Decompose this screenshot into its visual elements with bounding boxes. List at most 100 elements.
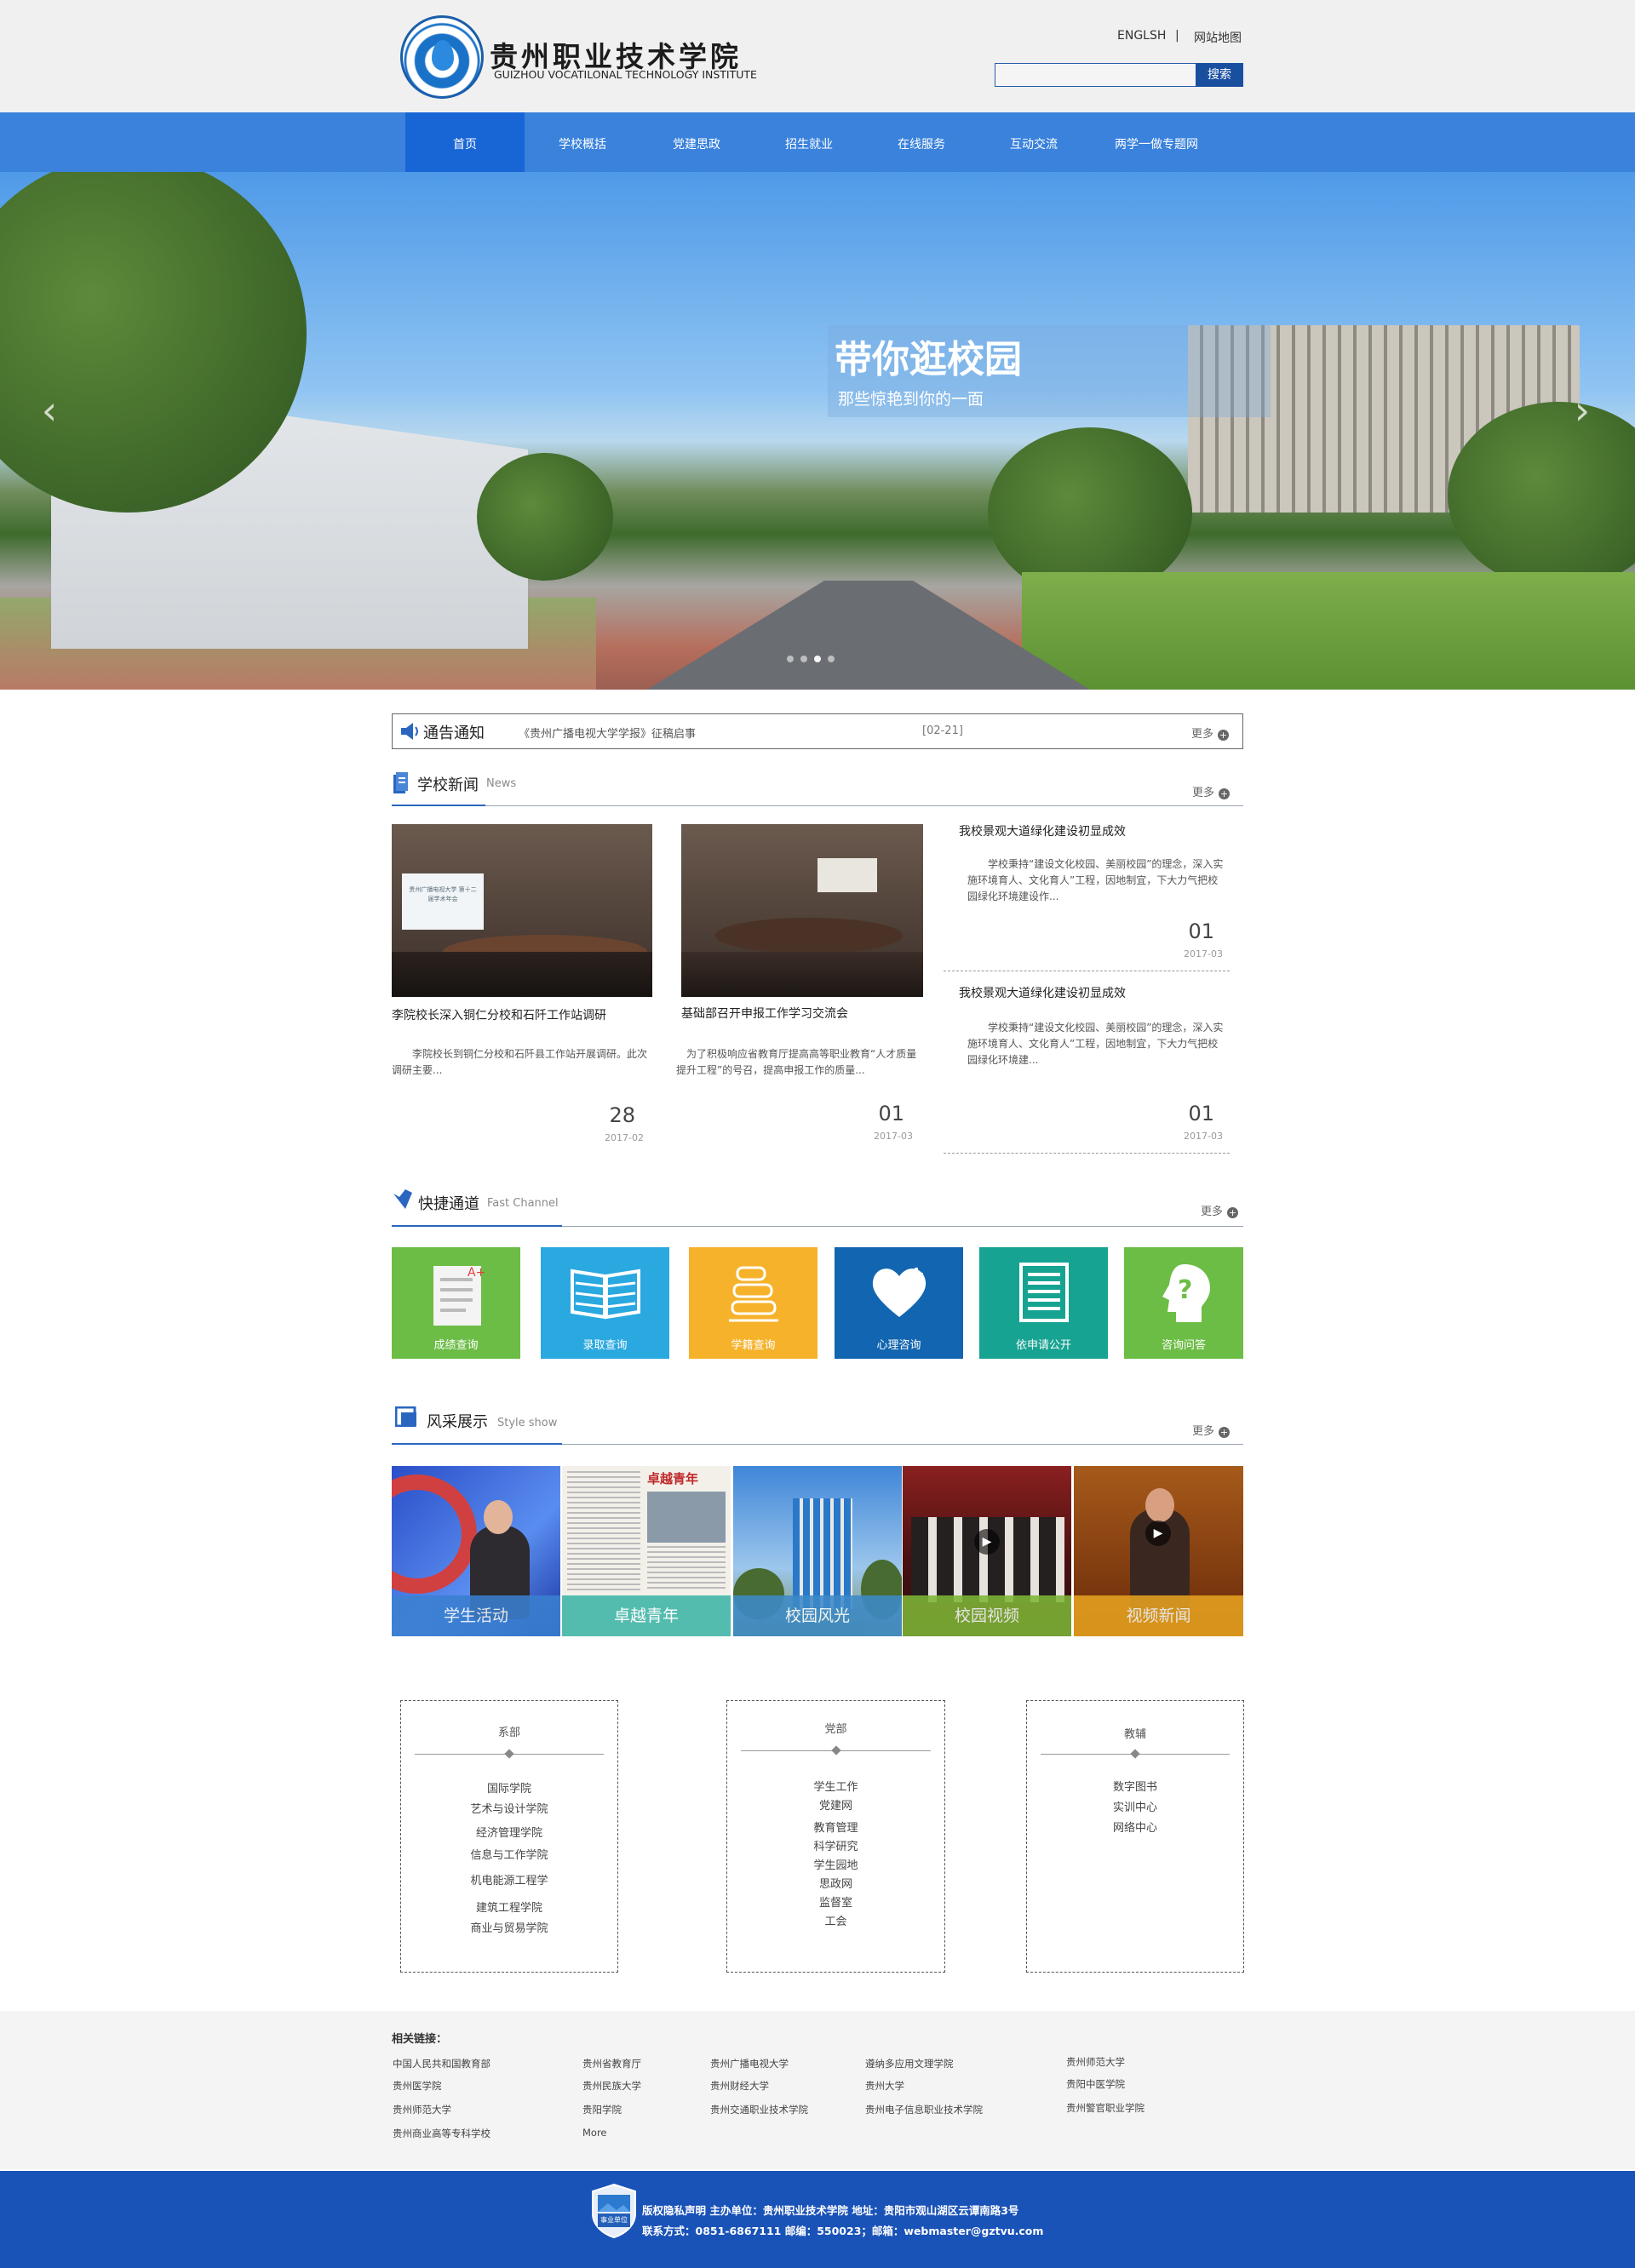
dept-link[interactable]: 教育管理 xyxy=(727,1818,944,1835)
quick-more-link[interactable]: 更多 + xyxy=(1201,1202,1239,1218)
banner-lawn xyxy=(1022,572,1635,690)
notice-item-title[interactable]: 《贵州广播电视大学学报》征稿启事 xyxy=(519,724,696,741)
public-institution-badge-icon[interactable] xyxy=(591,2183,637,2239)
dept-link[interactable]: 思政网 xyxy=(727,1875,944,1891)
nav-item-admission[interactable]: 招生就业 xyxy=(753,112,865,172)
nav-item-party[interactable]: 党建思政 xyxy=(640,112,753,172)
english-link[interactable]: ENGLSH xyxy=(1117,29,1166,43)
conference-screen xyxy=(818,858,877,892)
show-video-news[interactable]: ▶ 视频新闻 xyxy=(1074,1466,1243,1636)
school-emblem-icon[interactable] xyxy=(400,15,484,99)
nav-item-special-topic[interactable]: 两学一做专题网 xyxy=(1090,112,1223,172)
dept-box-teaching-support: 教辅 数字图书 实训中心 网络中心 xyxy=(1026,1700,1244,1973)
dept-link[interactable]: 党建网 xyxy=(727,1796,944,1813)
search-button[interactable]: 搜索 xyxy=(1196,63,1243,87)
dept-heading: 教辅 xyxy=(1123,1728,1146,1741)
related-link[interactable]: 中国人民共和国教育部 xyxy=(393,2057,490,2070)
banner-carousel[interactable]: 带你逛校园 那些惊艳到你的一面 ‹ › xyxy=(0,172,1635,690)
related-link[interactable]: 贵州财经大学 xyxy=(710,2079,769,2093)
speaker-icon xyxy=(401,723,418,740)
related-link[interactable]: 遵纳多应用文理学院 xyxy=(865,2057,954,2070)
banner-dot[interactable] xyxy=(787,656,794,662)
related-link[interactable]: 贵州交通职业技术学院 xyxy=(710,2103,808,2116)
banner-tree xyxy=(477,453,613,581)
related-link[interactable]: 贵州电子信息职业技术学院 xyxy=(865,2103,983,2116)
news-title-1[interactable]: 李院校长深入铜仁分校和石阡工作站调研 xyxy=(392,1006,606,1023)
dept-link[interactable]: 实训中心 xyxy=(1027,1798,1243,1814)
show-heading: 风采展示 xyxy=(427,1413,488,1431)
quick-heading: 快捷通道 xyxy=(418,1195,479,1213)
notice-more-label: 更多 xyxy=(1191,728,1214,741)
related-link[interactable]: 贵州师范大学 xyxy=(393,2103,451,2116)
show-campus-scenery[interactable]: 校园风光 xyxy=(733,1466,902,1636)
dept-link[interactable]: 商业与贸易学院 xyxy=(401,1919,617,1935)
dept-link[interactable]: 学生工作 xyxy=(727,1778,944,1794)
dept-link[interactable]: 建筑工程学院 xyxy=(401,1899,617,1915)
banner-prev-icon[interactable]: ‹ xyxy=(34,385,65,436)
show-youth-newspaper[interactable]: 卓越青年 卓越青年 xyxy=(562,1466,731,1636)
news-more-link[interactable]: 更多 + xyxy=(1192,783,1231,799)
search-input[interactable] xyxy=(995,63,1196,87)
question-head-icon: ? xyxy=(1162,1264,1210,1322)
related-link[interactable]: 贵阳中医学院 xyxy=(1066,2077,1125,2091)
nav-item-interaction[interactable]: 互动交流 xyxy=(978,112,1090,172)
dept-link[interactable]: 科学研究 xyxy=(727,1837,944,1853)
related-link[interactable]: 贵州商业高等专科学校 xyxy=(393,2127,490,2140)
banner-dot[interactable] xyxy=(800,656,807,662)
dept-link[interactable]: 信息与工作学院 xyxy=(401,1846,617,1862)
news-photo-conference[interactable] xyxy=(681,824,923,997)
nav-item-home[interactable]: 首页 xyxy=(405,112,525,172)
tile-student-status-query[interactable]: 学籍查询 xyxy=(689,1247,818,1359)
side-news-title-2[interactable]: 我校景观大道绿化建设初显成效 xyxy=(959,984,1126,1001)
newspaper-text xyxy=(647,1546,726,1590)
news-rule-accent xyxy=(392,805,485,806)
related-link-more[interactable]: More xyxy=(582,2127,607,2139)
tile-counseling[interactable]: 心理咨询 xyxy=(835,1247,963,1359)
banner-next-icon[interactable]: › xyxy=(1567,385,1598,436)
show-caption-1: 学生活动 xyxy=(392,1595,560,1636)
banner-dot[interactable] xyxy=(828,656,835,662)
related-link[interactable]: 贵州省教育厅 xyxy=(582,2057,641,2070)
related-link[interactable]: 贵州医学院 xyxy=(393,2079,442,2093)
play-icon[interactable]: ▶ xyxy=(1145,1521,1171,1546)
tile-label: 依申请公开 xyxy=(1015,1339,1071,1352)
stacked-records-icon xyxy=(728,1266,778,1322)
tile-score-query[interactable]: A+ 成绩查询 xyxy=(392,1247,520,1359)
tile-admission-query[interactable]: 录取查询 xyxy=(541,1247,669,1359)
news-title-2[interactable]: 基础部召开申报工作学习交流会 xyxy=(681,1005,848,1022)
news-photo-meeting[interactable]: 贵州广播电视大学 第十二届学术年会 xyxy=(392,824,652,997)
notice-item-date: [02-21] xyxy=(922,724,963,737)
dept-link[interactable]: 经济管理学院 xyxy=(401,1824,617,1840)
banner-dot[interactable] xyxy=(814,656,821,662)
nav-item-about[interactable]: 学校概括 xyxy=(525,112,640,172)
tile-qa[interactable]: ? 咨询问答 xyxy=(1124,1247,1243,1359)
show-campus-video[interactable]: ▶ 校园视频 xyxy=(903,1466,1071,1636)
side-news-summary-1: 学校秉持“建设文化校园、美丽校园”的理念，深入实施环境育人、文化育人”工程，因地… xyxy=(967,858,1224,902)
dept-link[interactable]: 国际学院 xyxy=(401,1779,617,1796)
dept-link[interactable]: 监督室 xyxy=(727,1893,944,1910)
meeting-chairs xyxy=(392,952,652,997)
related-link[interactable]: 贵州师范大学 xyxy=(1066,2055,1125,2069)
play-icon[interactable]: ▶ xyxy=(974,1529,1000,1555)
dept-link[interactable]: 数字图书 xyxy=(1027,1778,1243,1794)
notice-more-link[interactable]: 更多 + xyxy=(1191,724,1230,741)
related-link[interactable]: 贵阳学院 xyxy=(582,2103,622,2116)
show-student-activity[interactable]: 学生活动 xyxy=(392,1466,560,1636)
related-link[interactable]: 贵州广播电视大学 xyxy=(710,2057,789,2070)
dept-link[interactable]: 艺术与设计学院 xyxy=(401,1800,617,1816)
newspaper-masthead: 卓越青年 xyxy=(647,1471,699,1486)
sitemap-link[interactable]: 网站地图 xyxy=(1194,29,1242,46)
dept-link[interactable]: 机电能源工程学 xyxy=(401,1871,617,1887)
side-news-title-1[interactable]: 我校景观大道绿化建设初显成效 xyxy=(959,822,1126,839)
nav-item-online-service[interactable]: 在线服务 xyxy=(865,112,978,172)
related-link[interactable]: 贵州大学 xyxy=(865,2079,904,2093)
related-link[interactable]: 贵州警官职业学院 xyxy=(1066,2101,1144,2115)
dept-link[interactable]: 学生园地 xyxy=(727,1856,944,1872)
links-heading: 相关链接： xyxy=(392,2033,448,2046)
dept-link[interactable]: 网络中心 xyxy=(1027,1818,1243,1835)
related-link[interactable]: 贵州民族大学 xyxy=(582,2079,641,2093)
tile-information-disclosure[interactable]: 依申请公开 xyxy=(979,1247,1108,1359)
show-more-link[interactable]: 更多 + xyxy=(1192,1422,1231,1438)
news-heading-en: News xyxy=(486,777,517,790)
dept-link[interactable]: 工会 xyxy=(727,1912,944,1928)
